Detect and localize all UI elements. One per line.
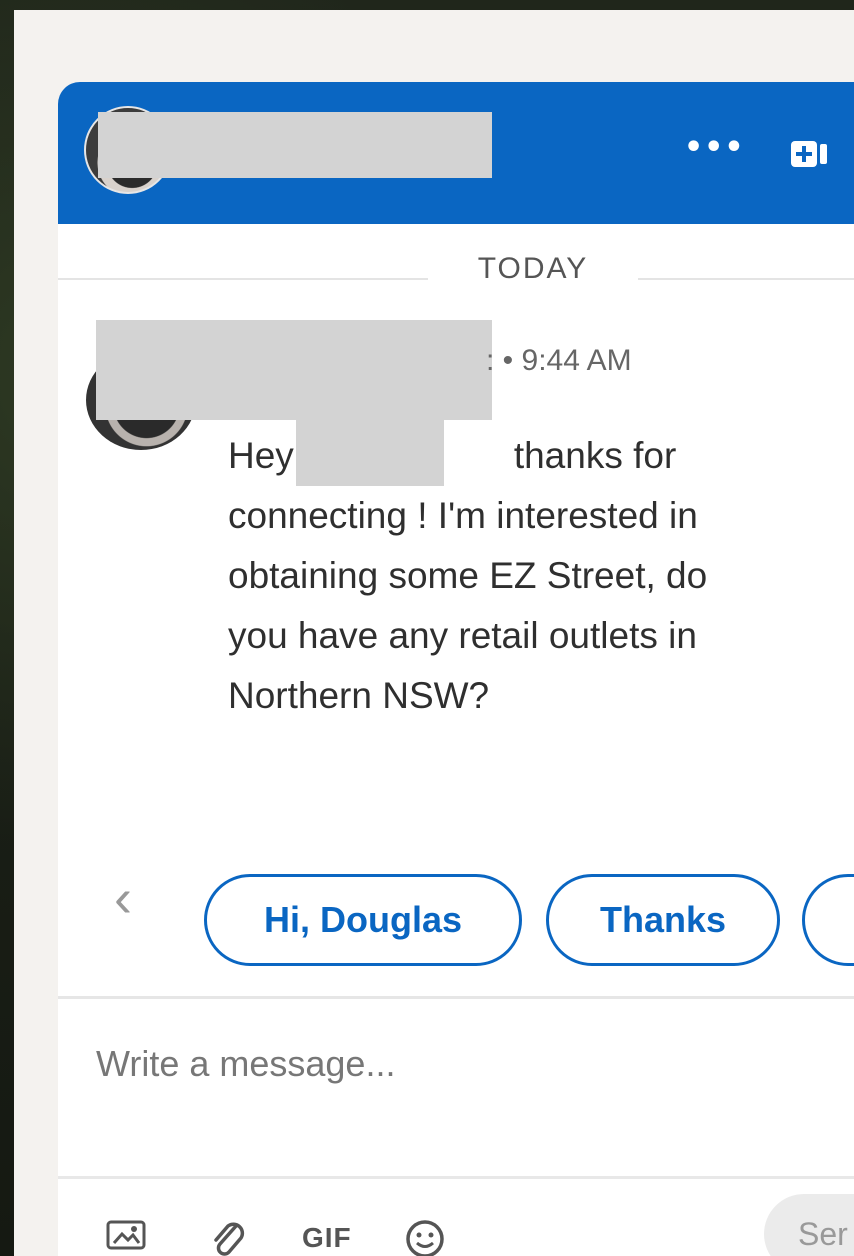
message-timestamp: : • 9:44 AM: [486, 344, 632, 377]
divider-right: [638, 278, 854, 280]
message-line-5: Northern NSW?: [228, 675, 490, 716]
date-divider-label: TODAY: [477, 252, 589, 285]
suggestion-chip-partial[interactable]: [802, 874, 854, 966]
conversation-header[interactable]: •••: [58, 82, 854, 224]
message-text: thanks for: [513, 435, 677, 476]
send-button[interactable]: Ser: [764, 1194, 854, 1256]
message-line-4: you have any retail outlets in: [228, 615, 697, 656]
message-input[interactable]: [94, 1028, 798, 1100]
emoji-icon[interactable]: [404, 1218, 446, 1256]
composer-divider: [58, 996, 854, 999]
message-line-3: obtaining some EZ Street, do: [228, 555, 708, 596]
suggestion-chip-thanks[interactable]: Thanks: [546, 874, 780, 966]
image-icon[interactable]: [106, 1218, 146, 1256]
video-call-icon[interactable]: [790, 138, 830, 174]
paperclip-icon[interactable]: [208, 1218, 248, 1256]
message-text: Hey: [228, 435, 294, 476]
gif-button[interactable]: GIF: [302, 1222, 352, 1254]
redacted-contact-name: [98, 112, 492, 178]
message-line-2: connecting ! I'm interested in: [228, 495, 698, 536]
suggestion-chip-hi-douglas[interactable]: Hi, Douglas: [204, 874, 522, 966]
chevron-left-icon[interactable]: ‹: [114, 867, 132, 929]
more-options-icon[interactable]: •••: [684, 133, 745, 163]
conversation-window: ••• TODAY : • 9:44 AM Hey thanks for conn…: [58, 82, 854, 1256]
messaging-panel: ••• TODAY : • 9:44 AM Hey thanks for conn…: [14, 10, 854, 1256]
toolbar-divider: [58, 1176, 854, 1179]
divider-left: [58, 278, 428, 280]
redacted-greeting-name: [296, 404, 444, 486]
